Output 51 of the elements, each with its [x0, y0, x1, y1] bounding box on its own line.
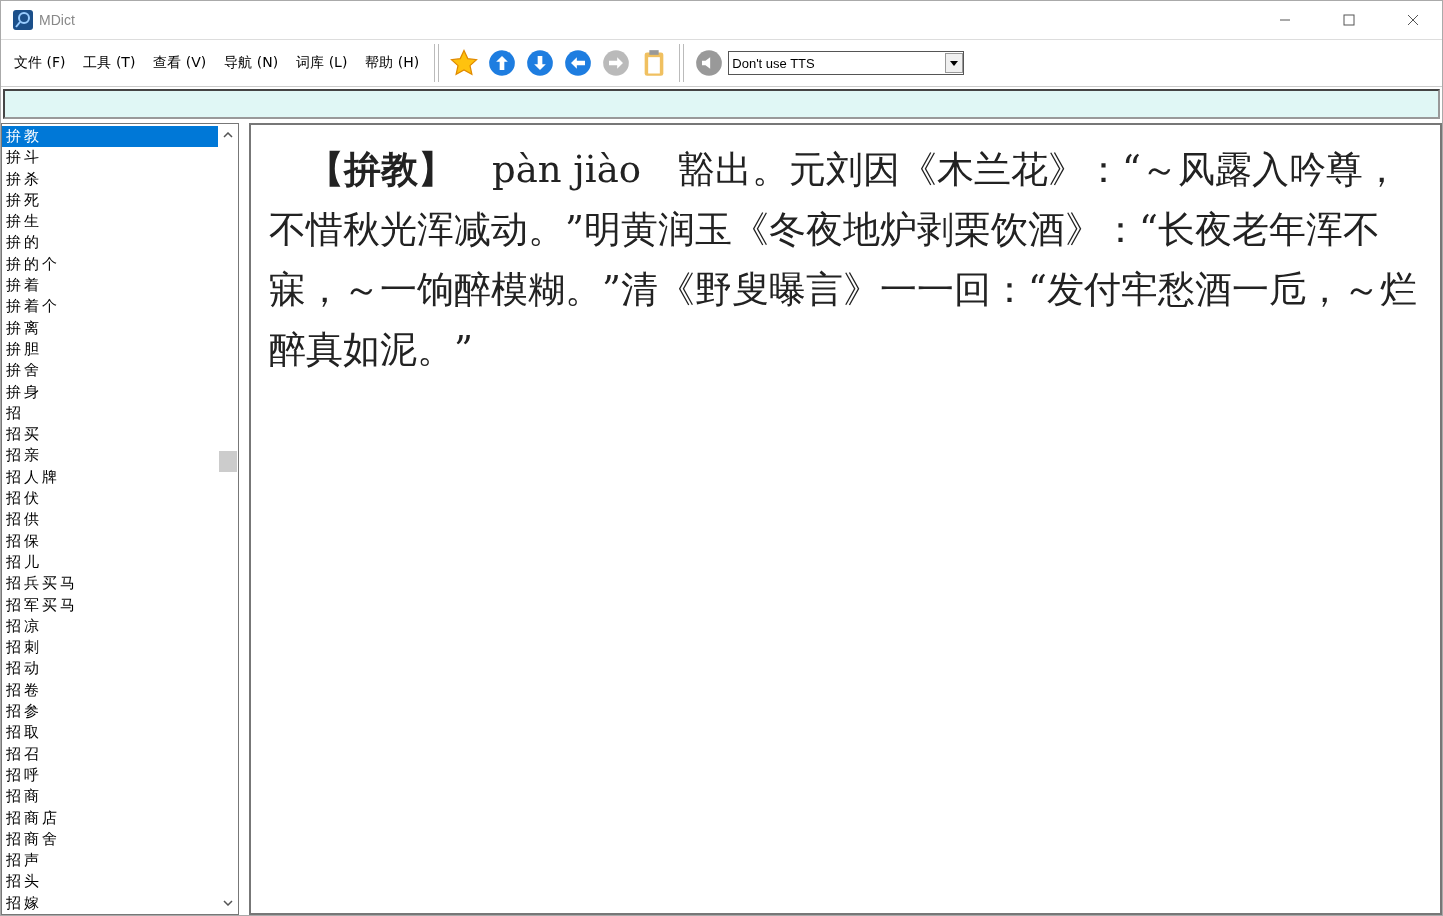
scrollbar-thumb[interactable] — [219, 451, 237, 472]
menu-item[interactable]: 查看 (V) — [144, 48, 216, 78]
word-list-item[interactable]: 招商 — [2, 786, 218, 808]
app-logo-icon — [13, 10, 33, 30]
word-list-item[interactable]: 拚的个 — [2, 253, 218, 276]
word-list-item[interactable]: 招呼 — [2, 764, 218, 787]
word-list-item[interactable]: 拚死 — [2, 189, 218, 212]
word-list-item[interactable]: 拚的 — [2, 232, 218, 254]
word-list-item[interactable]: 招嫁 — [2, 892, 218, 914]
word-list-item[interactable]: 招儿 — [2, 551, 218, 574]
word-list-item[interactable]: 拚离 — [2, 317, 218, 339]
word-list-item[interactable]: 招动 — [2, 658, 218, 680]
word-list-item[interactable]: 拚身 — [2, 381, 218, 403]
word-list-item[interactable]: 招声 — [2, 850, 218, 872]
definition-text: 【拚教】 pàn jiào 豁出。元刘因《木兰花》：“～风露入吟尊，不惜秋光浑减动。”明黄润玉《冬夜地炉剥栗饮酒》：“长夜老年浑不寐，～一饷醉模糊。”清《野叟曝言》一一回：“发付牢愁酒一卮，～烂醉真如泥。” — [269, 146, 1418, 373]
menu-item[interactable]: 导航 (N) — [215, 48, 288, 78]
tts-dropdown[interactable]: Don't use TTS — [728, 51, 965, 75]
word-list-item[interactable]: 招军买马 — [2, 594, 218, 616]
menu-item[interactable]: 文件 (F) — [5, 48, 75, 78]
close-icon[interactable] — [1407, 14, 1419, 26]
word-list-item[interactable]: 招取 — [2, 722, 218, 744]
word-list-item[interactable]: 招亲 — [2, 445, 218, 467]
word-list-item[interactable]: 招卷 — [2, 679, 218, 701]
word-list-item[interactable]: 招商舍 — [2, 828, 218, 851]
word-list-item[interactable]: 招 — [2, 402, 218, 425]
word-list-item[interactable]: 招兵买马 — [2, 573, 218, 595]
menu-item[interactable]: 词库 (L) — [287, 48, 357, 78]
word-list-item[interactable]: 招买 — [2, 424, 218, 446]
word-list-item[interactable]: 招刺 — [2, 637, 218, 659]
word-list-item[interactable]: 招商店 — [2, 807, 218, 829]
word-list-item[interactable]: 拚着 — [2, 275, 218, 297]
word-list-item[interactable]: 招参 — [2, 701, 218, 723]
word-list-item[interactable]: 拚舍 — [2, 360, 218, 382]
word-list-item[interactable]: 招供 — [2, 509, 218, 531]
word-list-item[interactable]: 招头 — [2, 871, 218, 893]
maximize-icon[interactable] — [1343, 14, 1355, 26]
word-list-item[interactable]: 拚斗 — [2, 147, 218, 169]
word-list-item[interactable]: 拚生 — [2, 211, 218, 233]
word-list-item[interactable]: 拚杀 — [2, 168, 218, 190]
menu-item[interactable]: 工具 (T) — [74, 48, 145, 78]
search-field[interactable] — [3, 89, 1440, 119]
word-list-item[interactable]: 招凉 — [2, 615, 218, 638]
menu-item[interactable]: 帮助 (H) — [356, 48, 429, 78]
word-list-item[interactable]: 招伏 — [2, 488, 218, 510]
word-list-item[interactable]: 招人牌 — [2, 466, 218, 489]
word-list-item[interactable]: 招保 — [2, 530, 218, 552]
word-list-item[interactable]: 拚教 — [2, 126, 218, 148]
word-list-item[interactable]: 拚着个 — [2, 296, 218, 318]
word-list-item[interactable]: 拚胆 — [2, 338, 218, 361]
window-title: MDict — [39, 12, 76, 28]
word-list-item[interactable]: 招召 — [2, 743, 218, 765]
